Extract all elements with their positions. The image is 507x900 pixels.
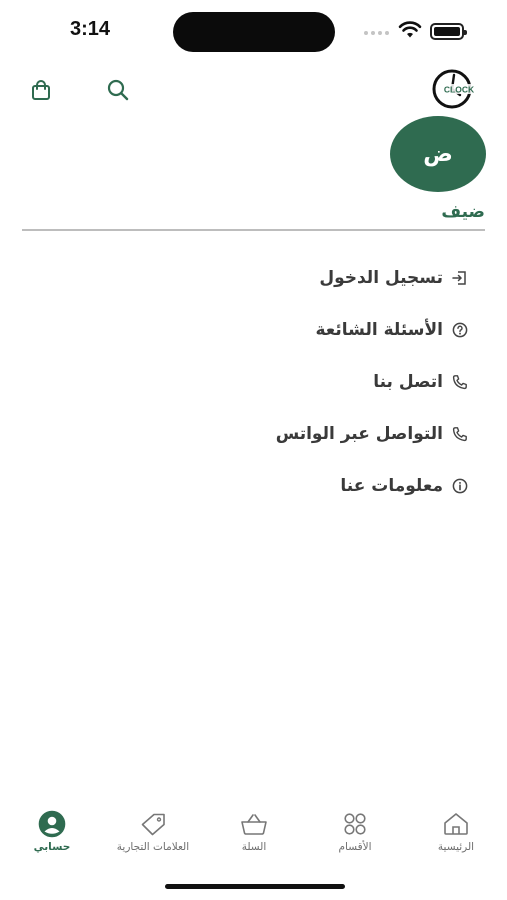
menu-item-label: التواصل عبر الواتس	[275, 424, 443, 444]
status-time: 3:14	[70, 18, 111, 40]
menu-item-contact[interactable]: اتصل بنا	[169, 356, 469, 408]
wifi-icon	[398, 21, 422, 38]
tab-label: الأقسام	[338, 841, 372, 853]
phone-icon	[452, 375, 467, 390]
menu-item-label: معلومات عنا	[340, 476, 443, 496]
account-icon	[38, 810, 66, 838]
home-indicator	[165, 884, 345, 889]
menu-item-label: تسجيل الدخول	[319, 268, 443, 288]
divider	[22, 229, 485, 231]
svg-text:CLOCK: CLOCK	[444, 85, 475, 95]
tab-label: حسابي	[33, 841, 71, 853]
whatsapp-phone-icon	[452, 427, 467, 442]
avatar[interactable]: ض	[390, 116, 486, 192]
tab-home[interactable]: الرئيسية	[430, 810, 482, 853]
search-icon	[107, 79, 129, 101]
battery-icon	[430, 23, 467, 40]
account-menu: تسجيل الدخول الأسئلة الشائعة اتصل بنا ال…	[169, 252, 469, 512]
tab-label: العلامات التجارية	[116, 841, 190, 853]
tab-label: الرئيسية	[437, 841, 475, 853]
home-icon	[444, 813, 468, 835]
basket-icon	[241, 814, 267, 835]
tag-icon	[141, 813, 165, 836]
shopping-bag-button[interactable]	[26, 75, 56, 105]
tab-cart[interactable]: السلة	[234, 810, 274, 853]
tab-account[interactable]: حسابي	[28, 810, 76, 853]
clock-logo[interactable]: CLOCK	[430, 68, 482, 110]
app-screen: 3:14 CLOCK ض ضيف تسجيل الدخول الأسئلة ال…	[0, 0, 507, 900]
help-circle-icon	[452, 322, 468, 338]
menu-item-whatsapp[interactable]: التواصل عبر الواتس	[169, 408, 469, 460]
menu-item-about[interactable]: معلومات عنا	[169, 460, 469, 512]
tab-categories[interactable]: الأقسام	[330, 810, 380, 853]
categories-icon	[344, 813, 366, 835]
shopping-bag-icon	[32, 80, 50, 100]
info-icon	[452, 478, 468, 494]
dynamic-island	[173, 12, 335, 52]
cellular-signal-icon	[364, 31, 389, 35]
tab-brands[interactable]: العلامات التجارية	[104, 810, 202, 853]
menu-item-label: اتصل بنا	[373, 372, 443, 392]
user-name: ضيف	[441, 202, 485, 222]
login-icon	[452, 271, 466, 285]
menu-item-label: الأسئلة الشائعة	[315, 320, 444, 340]
menu-item-login[interactable]: تسجيل الدخول	[169, 252, 469, 304]
tab-label: السلة	[241, 841, 267, 853]
menu-item-faq[interactable]: الأسئلة الشائعة	[169, 304, 469, 356]
search-button[interactable]	[103, 75, 133, 105]
bottom-nav: الرئيسية الأقسام السلة العلامات التجارية…	[0, 810, 507, 860]
